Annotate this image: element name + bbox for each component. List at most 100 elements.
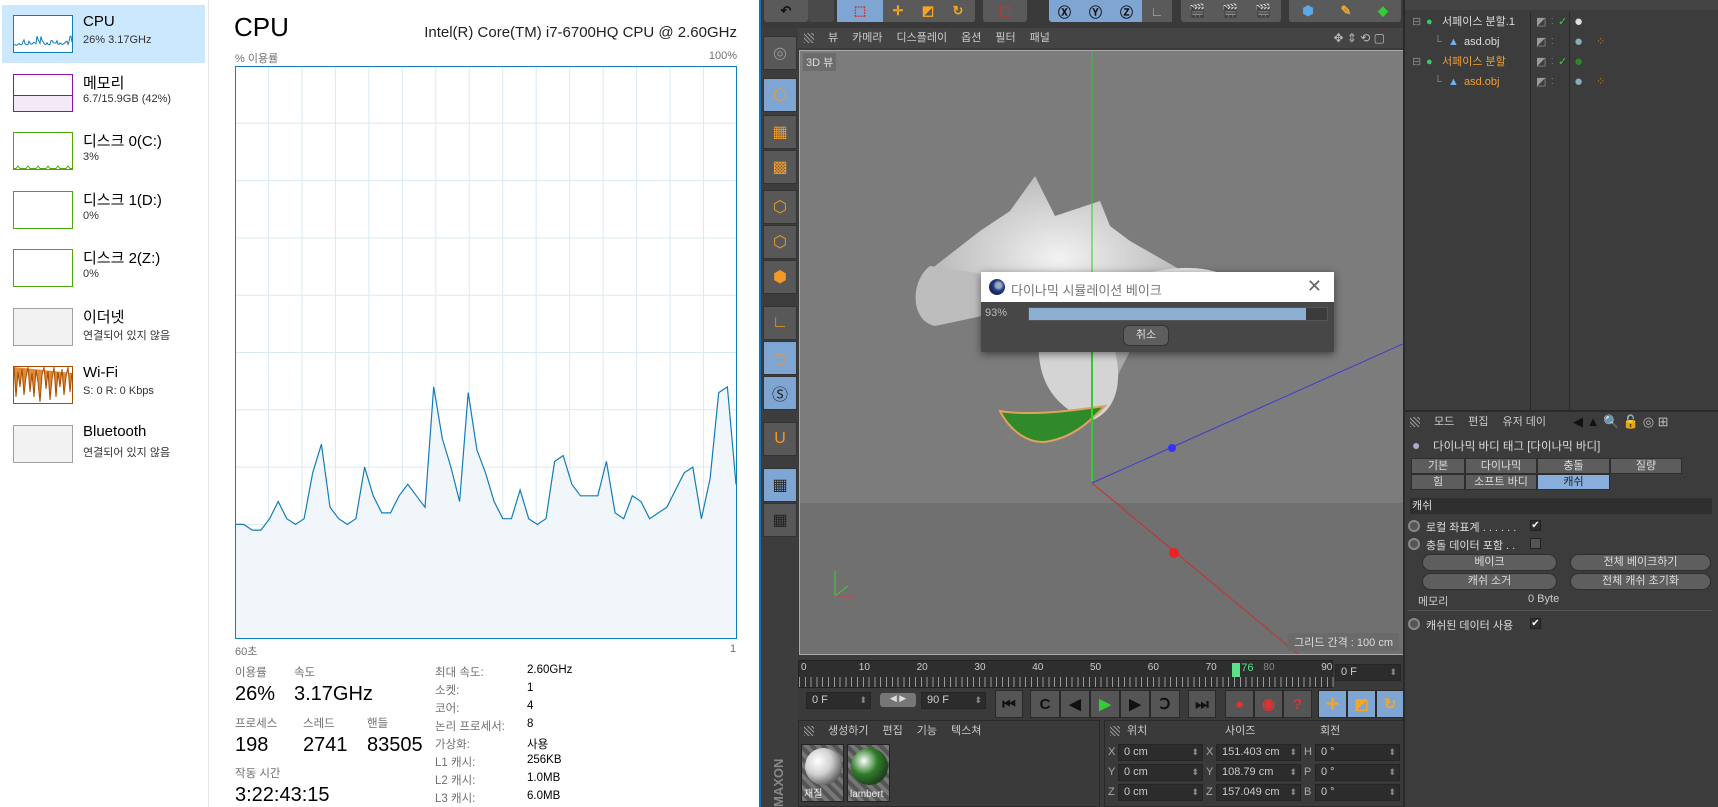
model-tool-icon[interactable]: ⬡ [763,78,797,112]
menu-item[interactable]: 텍스쳐 [951,725,981,737]
keyframe-selection-icon[interactable]: ? [1283,690,1312,718]
drag-grip-icon[interactable] [1410,417,1420,428]
position-field[interactable]: 0 cm [1118,744,1203,761]
menu-item[interactable]: 기능 [917,725,937,737]
x-axis-handle[interactable] [1169,548,1179,558]
tab-4[interactable]: 힘 [1411,474,1465,490]
y-axis-lock-icon[interactable]: Ⓨ [1080,0,1111,22]
size-field[interactable]: 151.403 cm [1216,744,1301,761]
axis-mode-icon[interactable]: ∟ [763,306,797,340]
go-to-start-icon[interactable]: ⏮ [995,690,1023,718]
material-swatch[interactable]: lambert [847,744,890,802]
go-to-end-icon[interactable]: ⏭ [1188,690,1216,718]
bake-button[interactable]: 베이크 [1422,554,1557,571]
layer-icon[interactable]: ◩ [1536,32,1546,52]
clear-cache-button[interactable]: 캐쉬 소거 [1422,573,1557,590]
rotation-field[interactable]: 0 ° [1315,784,1400,801]
key-scale-icon[interactable]: ◩ [1347,690,1376,718]
planar-workplane-icon[interactable]: ▦ [763,503,797,537]
current-frame-field[interactable]: 0 F [1335,664,1401,681]
include-collision-checkbox[interactable] [1530,538,1541,549]
layer-icon[interactable]: ◩ [1536,12,1546,32]
enabled-check-icon[interactable]: ✓ [1558,12,1567,32]
previous-frame-icon[interactable]: ◀ [1060,690,1090,718]
timeline-ruler[interactable]: 0 10 20 30 40 50 60 70 90 80 76 [798,660,1334,688]
tree-branch-icon[interactable]: ⊟ [1412,52,1421,72]
drag-grip-icon[interactable] [804,726,814,737]
menu-item[interactable]: 카메라 [852,32,882,44]
drag-grip-icon[interactable] [804,33,814,44]
position-field[interactable]: 0 cm [1118,784,1203,801]
visibility-dots-icon[interactable]: ⁚ [1551,52,1554,72]
z-axis-lock-icon[interactable]: Ⓩ [1111,0,1142,22]
key-position-icon[interactable]: ✛ [1318,690,1347,718]
local-coords-checkbox[interactable]: ✔ [1530,520,1541,531]
tab-0[interactable]: 기본 [1411,458,1465,474]
autokey-icon[interactable]: ◉ [1254,690,1283,718]
playhead[interactable] [1232,663,1241,677]
redo-icon[interactable] [808,0,830,22]
key-rotation-icon[interactable]: ↻ [1376,690,1404,718]
phong-tag-icon[interactable]: ⁘ [1596,72,1605,92]
model-mode-icon[interactable]: ◎ [763,36,797,70]
visibility-dots-icon[interactable]: ⁚ [1551,32,1554,52]
dynamics-tag-icon[interactable]: ● [1574,72,1583,92]
layer-icon[interactable]: ◩ [1536,72,1546,92]
scale-tool-icon[interactable]: ◩ [913,0,943,22]
sidebar-item-bluetooth[interactable]: Bluetooth 연결되어 있지 않음 [2,415,205,473]
size-field[interactable]: 108.79 cm [1216,764,1301,781]
include-collision-anim-icon[interactable] [1408,538,1420,550]
object-row[interactable]: └ ▲ asd.obj ◩ ⁚ ● ⁘ [1406,72,1718,92]
clear-all-cache-button[interactable]: 전체 캐쉬 초기화 [1570,573,1711,590]
viewport-nav-icons[interactable]: ✥ ⇕ ⟲ ▢ [1333,28,1385,48]
cube-icon[interactable]: ⬢ [1289,0,1327,22]
menu-item[interactable]: 옵션 [961,32,981,44]
tab-1[interactable]: 다이나믹 [1465,458,1537,474]
rotation-field[interactable]: 0 ° [1315,764,1400,781]
phong-tag-icon[interactable]: ⁘ [1596,32,1605,52]
undo-icon[interactable]: ↶ [764,0,808,22]
tab-6[interactable]: 캐쉬 [1537,474,1610,490]
object-row[interactable]: └ ▲ asd.obj ◩ ⁚ ● ⁘ [1406,32,1718,52]
dynamics-tag-icon[interactable]: ● [1574,32,1583,52]
z-axis-handle[interactable] [1168,444,1176,452]
sidebar-item--0-c-[interactable]: 디스크 0(C:) 3% [2,122,205,180]
menu-item[interactable]: 디스플레이 [897,32,948,44]
object-row[interactable]: ⊟ ● 서페이스 분할 ◩ ⁚ ✓ ● [1406,52,1718,72]
viewport-3d[interactable]: 3D 뷰 그리드 간격 : 100 cm [799,50,1404,655]
sidebar-item--[interactable]: 이더넷 연결되어 있지 않음 [2,298,205,356]
workplane-icon[interactable]: ▩ [763,150,797,184]
cancel-button[interactable]: 취소 [1123,325,1169,346]
render-view-icon[interactable]: 🎬 [1181,0,1214,22]
position-field[interactable]: 0 cm [1118,764,1203,781]
rotation-field[interactable]: 0 ° [1315,744,1400,761]
edges-mode-icon[interactable]: ⬡ [763,225,797,259]
enabled-check-icon[interactable]: ✓ [1558,52,1567,72]
drag-grip-icon[interactable] [1110,726,1120,737]
locked-workplane-icon[interactable]: ▦ [763,468,797,502]
menu-item[interactable]: 패널 [1030,32,1050,44]
texture-mode-icon[interactable]: ▦ [763,115,797,149]
tree-branch-icon[interactable]: └ [1434,72,1442,92]
sidebar-item-wi-fi[interactable]: Wi-Fi S: 0 R: 0 Kbps [2,356,205,414]
solo-icon[interactable]: Ⓢ [763,376,797,410]
use-cached-anim-icon[interactable] [1408,618,1420,630]
pen-icon[interactable]: ✎ [1327,0,1365,22]
x-axis-lock-icon[interactable]: Ⓧ [1049,0,1080,22]
bake-all-button[interactable]: 전체 베이크하기 [1570,554,1711,571]
select-tool-icon[interactable]: ⬚ [837,0,883,22]
menu-item[interactable]: 유저 데이 [1503,416,1547,428]
menu-item[interactable]: 모드 [1434,416,1454,428]
sidebar-item-cpu[interactable]: CPU 26% 3.17GHz [2,5,205,63]
tree-branch-icon[interactable]: └ [1434,32,1442,52]
visibility-dots-icon[interactable]: ⁚ [1551,72,1554,92]
visibility-dots-icon[interactable]: ⁚ [1551,12,1554,32]
tab-5[interactable]: 소프트 바디 [1465,474,1537,490]
material-tag-icon[interactable]: ● [1574,12,1583,32]
rotate-tool-icon[interactable]: ↻ [943,0,973,22]
menu-item[interactable]: 뷰 [828,32,838,44]
size-field[interactable]: 157.049 cm [1216,784,1301,801]
generator-icon[interactable]: ◆ [1365,0,1401,22]
menu-item[interactable]: 생성하기 [828,725,868,737]
sidebar-item--[interactable]: 메모리 6.7/15.9GB (42%) [2,64,205,122]
